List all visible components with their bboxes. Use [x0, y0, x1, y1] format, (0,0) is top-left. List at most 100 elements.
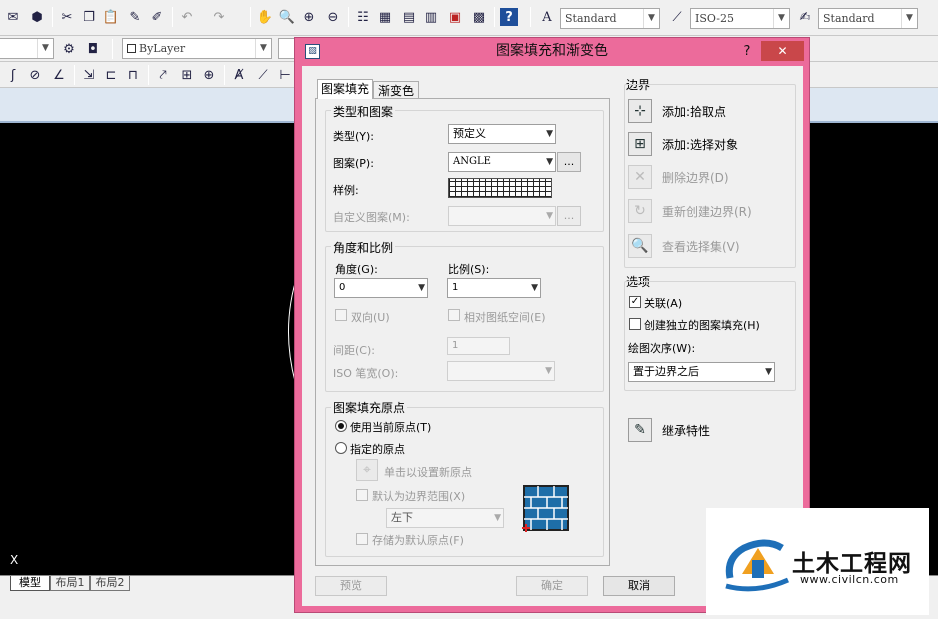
remove-boundary-icon[interactable]: ✕ — [628, 165, 652, 189]
zoom-previous-icon[interactable]: ⊖ — [324, 8, 342, 26]
cut-icon[interactable]: ✂ — [58, 8, 76, 26]
help-button[interactable]: ? — [739, 38, 755, 65]
pan-icon[interactable]: ✋ — [256, 8, 274, 26]
tab-hatch[interactable]: 图案填充 — [317, 79, 373, 99]
color-combo[interactable]: ByLayer ▼ — [122, 38, 272, 59]
layer-match-icon[interactable]: ◘ — [84, 40, 102, 58]
select-objects-icon[interactable]: ⊞ — [628, 132, 652, 156]
cancel-button[interactable]: 取消 — [603, 576, 675, 596]
dim-style-icon[interactable]: ⟋ — [668, 8, 686, 26]
associative-checkbox[interactable]: ✓ — [629, 296, 641, 308]
view-selections-label[interactable]: 查看选择集(V) — [662, 238, 740, 255]
fillet-icon[interactable]: ʃ — [4, 66, 22, 84]
table-style-combo[interactable]: Standard ▼ — [818, 8, 918, 29]
type-select[interactable]: 预定义 ▼ — [448, 124, 556, 144]
zoom-window-icon[interactable]: ⊕ — [300, 8, 318, 26]
separator — [148, 65, 149, 85]
continue-dimension-icon[interactable]: ⊓ — [124, 66, 142, 84]
table-style-value: Standard — [823, 12, 875, 25]
double-checkbox[interactable] — [335, 309, 347, 321]
layer-previous-icon[interactable]: ⚙ — [60, 40, 78, 58]
baseline-dimension-icon[interactable]: ⊏ — [102, 66, 120, 84]
remove-boundary-label[interactable]: 删除边界(D) — [662, 169, 729, 186]
pattern-browse-button[interactable]: ... — [557, 152, 581, 172]
origin-preview-brick-icon — [522, 484, 570, 532]
set-origin-button[interactable]: ⌖ — [356, 459, 378, 481]
sheet-set-icon[interactable]: ▥ — [422, 8, 440, 26]
view-selections-icon[interactable]: 🔍 — [628, 234, 652, 258]
table-style-icon[interactable]: ✍ — [796, 8, 814, 26]
dimension-edit-icon[interactable]: Ⱥ — [230, 66, 248, 84]
custom-browse-button[interactable]: ... — [557, 206, 581, 226]
use-current-origin-radio[interactable] — [335, 420, 347, 432]
tab-layout2[interactable]: 布局2 — [90, 576, 130, 591]
inherit-properties-label[interactable]: 继承特性 — [662, 422, 710, 439]
no-symbol-icon[interactable]: ⊘ — [26, 66, 44, 84]
help-icon[interactable]: ? — [500, 8, 518, 26]
dim-style-combo[interactable]: ISO-25 ▼ — [690, 8, 790, 29]
custom-pattern-label: 自定义图案(M): — [333, 211, 410, 224]
store-default-checkbox[interactable] — [356, 533, 368, 545]
close-button[interactable]: ✕ — [761, 41, 804, 61]
pick-points-icon[interactable]: ⊹ — [628, 99, 652, 123]
match-properties-icon[interactable]: ✎ — [126, 8, 144, 26]
hatch-app-icon: ▧ — [305, 44, 320, 59]
angle-scale-title: 角度和比例 — [331, 239, 396, 256]
inherit-properties-icon[interactable]: ✎ — [628, 418, 652, 442]
zoom-realtime-icon[interactable]: 🔍 — [278, 8, 296, 26]
publish-icon[interactable]: ✉ — [4, 8, 22, 26]
relative-paper-checkbox[interactable] — [448, 309, 460, 321]
copy-icon[interactable]: ❐ — [80, 8, 98, 26]
preview-button[interactable]: 预览 — [315, 576, 387, 596]
leader-icon[interactable]: ⤤ — [154, 66, 172, 84]
tolerance-icon[interactable]: ⊞ — [178, 66, 196, 84]
text-style-combo[interactable]: Standard ▼ — [560, 8, 660, 29]
independent-hatch-checkbox[interactable] — [629, 318, 641, 330]
double-label: 双向(U) — [351, 311, 390, 324]
iso-pen-select[interactable]: ▼ — [447, 361, 555, 381]
undo-icon[interactable]: ↶ — [178, 8, 196, 26]
pattern-select[interactable]: ANGLE ▼ — [448, 152, 556, 172]
plot-3d-icon[interactable]: ⬢ — [28, 8, 46, 26]
civilcn-logo-icon — [725, 539, 790, 592]
custom-pattern-select[interactable]: ▼ — [448, 206, 556, 226]
recreate-boundary-label[interactable]: 重新创建边界(R) — [662, 203, 752, 220]
chevron-down-icon: ▼ — [765, 367, 772, 377]
tool-palettes-icon[interactable]: ▤ — [400, 8, 418, 26]
origin-position-select[interactable]: 左下 ▼ — [386, 508, 504, 528]
angle-select[interactable]: 0 ▼ — [334, 278, 428, 298]
recreate-boundary-icon[interactable]: ↻ — [628, 199, 652, 223]
ok-button[interactable]: 确定 — [516, 576, 588, 596]
add-select-objects-label[interactable]: 添加:选择对象 — [662, 136, 738, 153]
center-mark-icon[interactable]: ⊕ — [200, 66, 218, 84]
scale-select[interactable]: 1 ▼ — [447, 278, 541, 298]
sample-swatch[interactable] — [448, 178, 552, 198]
click-set-origin-label: 单击以设置新原点 — [384, 466, 472, 479]
quick-dimension-icon[interactable]: ⇲ — [80, 66, 98, 84]
dimension-update-icon[interactable]: ⊢ — [276, 66, 294, 84]
specified-origin-radio[interactable] — [335, 442, 347, 454]
draw-order-label: 绘图次序(W): — [628, 342, 696, 355]
scale-label: 比例(S): — [448, 263, 490, 276]
tab-gradient[interactable]: 渐变色 — [373, 81, 419, 99]
text-style-icon[interactable]: A — [538, 8, 556, 26]
draw-order-select[interactable]: 置于边界之后 ▼ — [628, 362, 775, 382]
default-extent-checkbox[interactable] — [356, 489, 368, 501]
paste-icon[interactable]: 📋 — [102, 8, 120, 26]
separator — [224, 65, 225, 85]
tab-layout1[interactable]: 布局1 — [50, 576, 90, 591]
properties-icon[interactable]: ☷ — [354, 8, 372, 26]
specified-origin-label: 指定的原点 — [350, 443, 405, 456]
angular-dimension-icon[interactable]: ∠ — [50, 66, 68, 84]
add-pick-points-label[interactable]: 添加:拾取点 — [662, 103, 726, 120]
design-center-icon[interactable]: ▦ — [376, 8, 394, 26]
layer-state-combo[interactable]: ▼ — [0, 38, 54, 59]
dialog-titlebar[interactable]: ▧ 图案填充和渐变色 ? ✕ — [295, 38, 809, 65]
redo-icon[interactable]: ↷ — [210, 8, 228, 26]
markup-icon[interactable]: ▣ — [446, 8, 464, 26]
spacing-input[interactable]: 1 — [447, 337, 510, 355]
tab-model[interactable]: 模型 — [10, 576, 50, 591]
dimension-text-edit-icon[interactable]: ⟋ — [254, 66, 272, 84]
calculator-icon[interactable]: ▩ — [470, 8, 488, 26]
block-editor-icon[interactable]: ✐ — [148, 8, 166, 26]
